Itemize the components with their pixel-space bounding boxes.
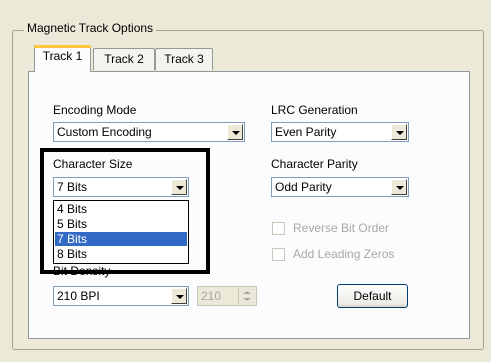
- tab-track-3[interactable]: Track 3: [155, 48, 213, 70]
- encoding-mode-combobox[interactable]: Custom Encoding: [53, 122, 245, 142]
- character-parity-combobox[interactable]: Odd Parity: [271, 177, 409, 197]
- bit-density-value: 210 BPI: [57, 289, 100, 303]
- arrow-down-icon[interactable]: [243, 298, 251, 301]
- encoding-mode-value: Custom Encoding: [57, 125, 152, 139]
- add-leading-zeros-checkbox[interactable]: [272, 248, 285, 261]
- default-button[interactable]: Default: [337, 284, 408, 308]
- tab-track-1[interactable]: Track 1: [34, 45, 91, 72]
- list-item-selected[interactable]: 7 Bits: [55, 232, 187, 246]
- spinbox-buttons[interactable]: [238, 288, 255, 304]
- chevron-down-icon[interactable]: [391, 124, 407, 140]
- list-item[interactable]: 5 Bits: [55, 217, 187, 231]
- lrc-generation-combobox[interactable]: Even Parity: [271, 122, 409, 142]
- chevron-down-icon[interactable]: [391, 179, 407, 195]
- tab-label: Track 3: [164, 52, 204, 66]
- chevron-down-icon[interactable]: [227, 124, 243, 140]
- arrow-up-icon[interactable]: [243, 291, 251, 294]
- encoding-mode-label: Encoding Mode: [53, 103, 137, 117]
- character-size-dropdown-list[interactable]: 4 Bits 5 Bits 7 Bits 8 Bits: [53, 200, 189, 264]
- character-parity-label: Character Parity: [271, 157, 358, 171]
- character-parity-value: Odd Parity: [275, 180, 332, 194]
- bit-density-combobox[interactable]: 210 BPI: [53, 286, 189, 306]
- list-item[interactable]: 8 Bits: [55, 247, 187, 261]
- group-title: Magnetic Track Options: [24, 21, 157, 35]
- tab-label: Track 1: [42, 49, 83, 63]
- tab-track-2[interactable]: Track 2: [93, 48, 155, 70]
- tab-label: Track 2: [104, 52, 144, 66]
- reverse-bit-order-checkbox[interactable]: [272, 222, 285, 235]
- reverse-bit-order-label: Reverse Bit Order: [293, 221, 390, 235]
- list-item[interactable]: 4 Bits: [55, 202, 187, 216]
- add-leading-zeros-label: Add Leading Zeros: [293, 247, 395, 261]
- chevron-down-icon[interactable]: [171, 288, 187, 304]
- bit-density-spinbox[interactable]: 210: [197, 286, 257, 306]
- lrc-generation-label: LRC Generation: [271, 103, 358, 117]
- spinbox-value: 210: [201, 289, 222, 303]
- lrc-generation-value: Even Parity: [275, 125, 337, 139]
